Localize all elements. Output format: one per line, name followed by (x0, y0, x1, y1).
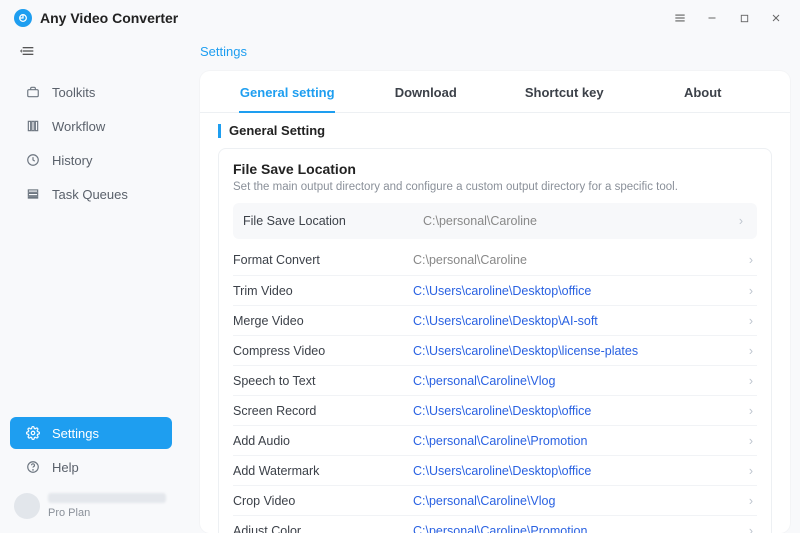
row-label: Format Convert (233, 253, 413, 267)
save-location-row[interactable]: Crop VideoC:\personal\Caroline\Vlog› (233, 485, 757, 515)
row-value: C:\personal\Caroline\Vlog (413, 494, 745, 508)
user-name-redacted (48, 493, 166, 503)
chevron-right-icon: › (745, 524, 757, 533)
save-location-row[interactable]: Speech to TextC:\personal\Caroline\Vlog› (233, 365, 757, 395)
sidebar: Toolkits Workflow History Task Queues Se… (0, 36, 182, 533)
user-panel[interactable]: Pro Plan (0, 485, 182, 533)
row-value: C:\personal\Caroline\Promotion (413, 524, 745, 533)
chevron-right-icon: › (745, 284, 757, 298)
sidebar-item-label: Task Queues (52, 187, 128, 202)
save-location-row[interactable]: Format ConvertC:\personal\Caroline› (233, 245, 757, 275)
sidebar-item-label: Settings (52, 426, 99, 441)
row-value: C:\personal\Caroline (423, 214, 735, 228)
tabs: General setting Download Shortcut key Ab… (200, 71, 790, 113)
row-value: C:\personal\Caroline\Promotion (413, 434, 745, 448)
minimize-button[interactable] (696, 4, 728, 32)
gear-icon (24, 426, 42, 440)
save-location-row[interactable]: Screen RecordC:\Users\caroline\Desktop\o… (233, 395, 757, 425)
save-location-row[interactable]: Adjust ColorC:\personal\Caroline\Promoti… (233, 515, 757, 533)
sidebar-item-help[interactable]: Help (10, 451, 172, 483)
save-location-row[interactable]: Add WatermarkC:\Users\caroline\Desktop\o… (233, 455, 757, 485)
chevron-right-icon: › (745, 374, 757, 388)
row-label: Adjust Color (233, 524, 413, 533)
row-label: Trim Video (233, 284, 413, 298)
sidebar-item-label: History (52, 153, 92, 168)
row-value: C:\Users\caroline\Desktop\office (413, 284, 745, 298)
page-title: Settings (200, 44, 790, 59)
sidebar-item-task-queues[interactable]: Task Queues (10, 178, 172, 210)
chevron-right-icon: › (745, 404, 757, 418)
workflow-icon (24, 119, 42, 133)
row-label: Merge Video (233, 314, 413, 328)
user-plan: Pro Plan (48, 507, 166, 519)
titlebar: Any Video Converter (0, 0, 800, 36)
card-desc: Set the main output directory and config… (233, 181, 757, 193)
primary-save-location-row[interactable]: File Save Location C:\personal\Caroline … (233, 203, 757, 239)
row-label: File Save Location (243, 214, 423, 228)
row-value: C:\Users\caroline\Desktop\office (413, 404, 745, 418)
row-value: C:\Users\caroline\Desktop\AI-soft (413, 314, 745, 328)
chevron-right-icon: › (745, 253, 757, 267)
maximize-button[interactable] (728, 4, 760, 32)
clock-icon (24, 153, 42, 167)
sidebar-item-history[interactable]: History (10, 144, 172, 176)
menu-button[interactable] (664, 4, 696, 32)
toolbox-icon (24, 85, 42, 99)
save-location-row[interactable]: Add AudioC:\personal\Caroline\Promotion› (233, 425, 757, 455)
collapse-sidebar-button[interactable] (14, 40, 42, 62)
row-value: C:\personal\Caroline (413, 253, 745, 267)
sidebar-item-workflow[interactable]: Workflow (10, 110, 172, 142)
row-label: Add Watermark (233, 464, 413, 478)
settings-scroll[interactable]: General Setting File Save Location Set t… (200, 113, 790, 533)
row-label: Crop Video (233, 494, 413, 508)
card-title: File Save Location (233, 161, 757, 177)
tab-about[interactable]: About (634, 71, 773, 112)
tab-general-setting[interactable]: General setting (218, 71, 357, 112)
close-button[interactable] (760, 4, 792, 32)
save-location-row[interactable]: Compress VideoC:\Users\caroline\Desktop\… (233, 335, 757, 365)
settings-panel: General setting Download Shortcut key Ab… (200, 71, 790, 533)
row-value: C:\Users\caroline\Desktop\license-plates (413, 344, 745, 358)
sidebar-item-toolkits[interactable]: Toolkits (10, 76, 172, 108)
chevron-right-icon: › (735, 214, 747, 228)
file-save-location-card: File Save Location Set the main output d… (218, 148, 772, 533)
tab-download[interactable]: Download (357, 71, 496, 112)
sidebar-nav: Toolkits Workflow History Task Queues (0, 76, 182, 212)
row-label: Speech to Text (233, 374, 413, 388)
avatar (14, 493, 40, 519)
sidebar-item-settings[interactable]: Settings (10, 417, 172, 449)
sidebar-item-label: Toolkits (52, 85, 95, 100)
app-logo-icon (14, 9, 32, 27)
section-heading: General Setting (218, 123, 772, 138)
chevron-right-icon: › (745, 494, 757, 508)
sidebar-item-label: Workflow (52, 119, 105, 134)
chevron-right-icon: › (745, 464, 757, 478)
main: Settings General setting Download Shortc… (182, 36, 800, 533)
save-location-row[interactable]: Trim VideoC:\Users\caroline\Desktop\offi… (233, 275, 757, 305)
chevron-right-icon: › (745, 434, 757, 448)
sidebar-item-label: Help (52, 460, 79, 475)
row-label: Compress Video (233, 344, 413, 358)
chevron-right-icon: › (745, 344, 757, 358)
chevron-right-icon: › (745, 314, 757, 328)
app-title: Any Video Converter (40, 10, 178, 26)
save-location-row[interactable]: Merge VideoC:\Users\caroline\Desktop\AI-… (233, 305, 757, 335)
row-label: Add Audio (233, 434, 413, 448)
row-value: C:\Users\caroline\Desktop\office (413, 464, 745, 478)
row-value: C:\personal\Caroline\Vlog (413, 374, 745, 388)
row-label: Screen Record (233, 404, 413, 418)
queue-icon (24, 187, 42, 201)
help-icon (24, 460, 42, 474)
tab-shortcut-key[interactable]: Shortcut key (495, 71, 634, 112)
